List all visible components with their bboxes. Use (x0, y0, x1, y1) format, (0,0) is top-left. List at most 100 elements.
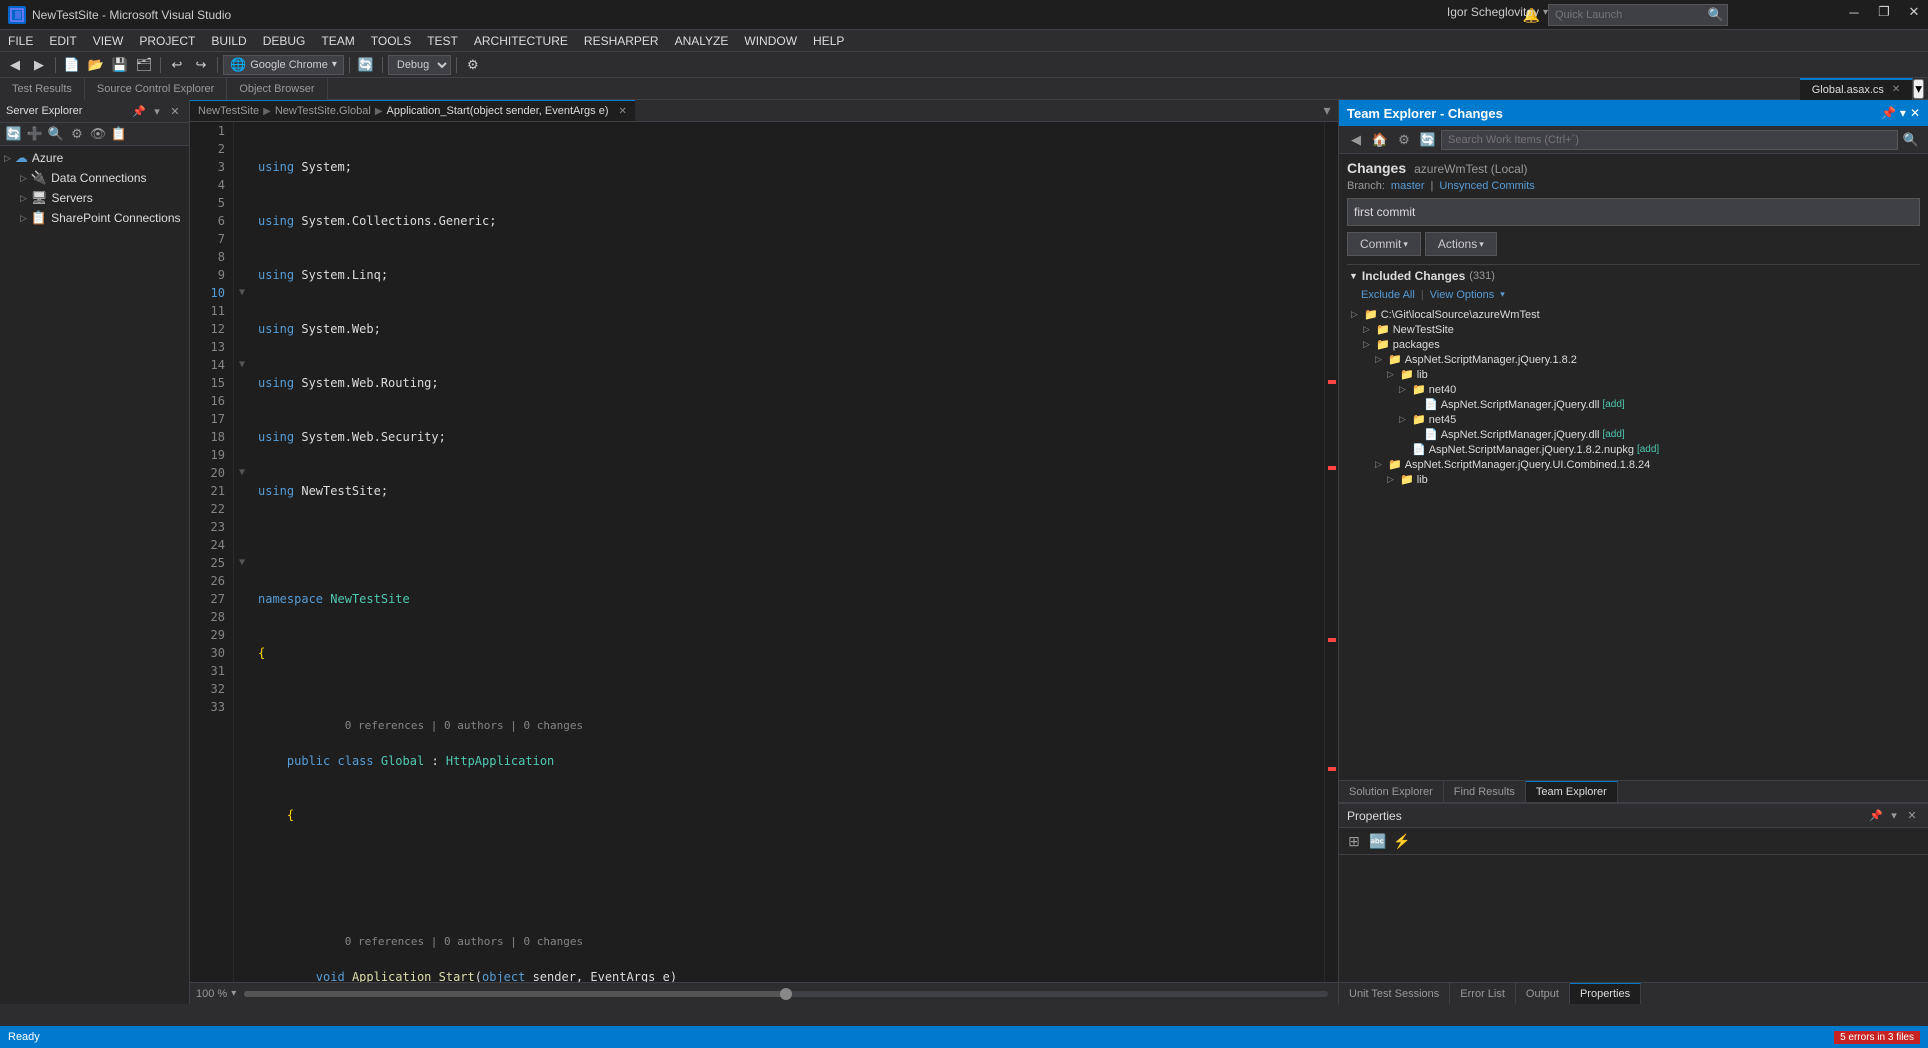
toolbar-refresh[interactable]: 🔄 (355, 54, 377, 76)
tab-properties-bottom[interactable]: Properties (1570, 983, 1641, 1004)
te-search-button[interactable]: 🔍 (1900, 129, 1922, 151)
toolbar-new[interactable]: 📄 (61, 54, 83, 76)
menu-team[interactable]: TEAM (313, 32, 362, 50)
toolbar-open[interactable]: 📂 (85, 54, 107, 76)
menu-debug[interactable]: DEBUG (255, 32, 314, 50)
commit-button[interactable]: Commit ▾ (1347, 232, 1421, 256)
menu-architecture[interactable]: ARCHITECTURE (466, 32, 576, 50)
toolbar-redo[interactable]: ↪ (190, 54, 212, 76)
collapse-21[interactable]: ▼ (239, 464, 245, 482)
se-add-button[interactable]: ➕ (25, 125, 45, 143)
ft-item-net45[interactable]: ▷ 📁 net45 (1349, 412, 1918, 427)
se-view-button[interactable]: 👁 (88, 125, 108, 143)
chrome-dropdown[interactable]: ▾ (332, 59, 337, 70)
menu-test[interactable]: TEST (419, 32, 466, 50)
ft-item-dll-net45[interactable]: 📄 AspNet.ScriptManager.jQuery.dll [add] (1349, 427, 1918, 442)
menu-view[interactable]: VIEW (85, 32, 132, 50)
tree-item-data-connections[interactable]: ▷ 🔌 Data Connections (0, 168, 189, 188)
zoom-dropdown[interactable]: ▾ (231, 988, 236, 999)
toolbar-save[interactable]: 💾 (109, 54, 131, 76)
code-content[interactable]: using System; using System.Collections.G… (250, 122, 1324, 982)
actions-button[interactable]: Actions ▾ (1425, 232, 1497, 256)
tab-unit-test-sessions[interactable]: Unit Test Sessions (1339, 983, 1450, 1004)
se-close-button[interactable]: ✕ (167, 103, 183, 119)
collapse-10[interactable]: ▼ (239, 284, 245, 302)
menu-edit[interactable]: EDIT (41, 32, 84, 50)
exclude-all-link[interactable]: Exclude All (1361, 289, 1415, 301)
ft-item-lib-2[interactable]: ▷ 📁 lib (1349, 472, 1918, 487)
unsynced-commits-link[interactable]: Unsynced Commits (1439, 180, 1534, 192)
error-badge[interactable]: 5 errors in 3 files (1834, 1031, 1920, 1044)
prop-alphabetical-button[interactable]: 🔤 (1367, 831, 1389, 851)
te-more-button[interactable]: ⚙ (1393, 129, 1415, 151)
te-search-input[interactable] (1441, 130, 1898, 150)
tab-overflow[interactable]: ▾ (1913, 79, 1924, 99)
actions-dropdown-arrow[interactable]: ▾ (1479, 239, 1484, 250)
ft-item-newtestsite[interactable]: ▷ 📁 NewTestSite (1349, 322, 1918, 337)
tab-test-results[interactable]: Test Results (0, 78, 85, 100)
menu-build[interactable]: BUILD (203, 32, 254, 50)
se-filter-button[interactable]: 🔍 (46, 125, 66, 143)
debug-mode-select[interactable]: Debug (388, 55, 451, 75)
menu-resharper[interactable]: RESHARPER (576, 32, 667, 50)
close-button[interactable]: ✕ (1900, 0, 1928, 24)
ft-item-dll-net40[interactable]: 📄 AspNet.ScriptManager.jQuery.dll [add] (1349, 397, 1918, 412)
te-home-button[interactable]: 🏠 (1369, 129, 1391, 151)
se-more-button[interactable]: 📋 (109, 125, 129, 143)
breadcrumb-project[interactable]: NewTestSite ▶ NewTestSite.Global ▶ Appli… (190, 100, 635, 121)
inc-header[interactable]: ▼ Included Changes (331) (1347, 264, 1920, 287)
tab-object-browser[interactable]: Object Browser (227, 78, 327, 100)
zoom-thumb[interactable] (780, 988, 792, 1000)
tab-close-x[interactable]: ✕ (619, 106, 627, 117)
se-dropdown-button[interactable]: ▾ (149, 103, 165, 119)
view-options-arrow-icon[interactable]: ▾ (1500, 289, 1505, 301)
ft-item-aspnet-jquery[interactable]: ▷ 📁 AspNet.ScriptManager.jQuery.1.8.2 (1349, 352, 1918, 367)
se-pin-button[interactable]: 📌 (131, 103, 147, 119)
chrome-target-button[interactable]: 🌐 Google Chrome ▾ (223, 55, 344, 75)
te-pin-button[interactable]: 📌 (1881, 106, 1896, 120)
menu-help[interactable]: HELP (805, 32, 852, 50)
user-dropdown-icon[interactable]: ▾ (1543, 7, 1548, 18)
te-back-button[interactable]: ◀ (1345, 129, 1367, 151)
te-close-button[interactable]: ✕ (1910, 106, 1920, 120)
ft-item-root[interactable]: ▷ 📁 C:\Git\localSource\azureWmTest (1349, 307, 1918, 322)
restore-button[interactable]: ❐ (1870, 0, 1898, 24)
minimize-button[interactable]: ─ (1840, 0, 1868, 24)
prop-close-button[interactable]: ✕ (1904, 808, 1920, 824)
se-props-button[interactable]: ⚙ (67, 125, 87, 143)
view-options-link[interactable]: View Options (1430, 289, 1495, 301)
tab-team-explorer-bottom[interactable]: Team Explorer (1526, 781, 1618, 802)
tab-source-control[interactable]: Source Control Explorer (85, 78, 227, 100)
menu-analyze[interactable]: ANALYZE (667, 32, 737, 50)
tree-item-azure[interactable]: ▷ ☁ Azure (0, 148, 189, 168)
ft-item-lib-1[interactable]: ▷ 📁 lib (1349, 367, 1918, 382)
editor-scrollbar[interactable] (1324, 122, 1338, 982)
prop-dropdown-button[interactable]: ▾ (1886, 808, 1902, 824)
te-dropdown-button[interactable]: ▾ (1900, 106, 1906, 120)
toolbar-undo[interactable]: ↩ (166, 54, 188, 76)
ft-item-net40[interactable]: ▷ 📁 net40 (1349, 382, 1918, 397)
tab-output[interactable]: Output (1516, 983, 1570, 1004)
branch-name[interactable]: master (1391, 180, 1425, 192)
toolbar-more[interactable]: ⚙ (462, 54, 484, 76)
tree-item-servers[interactable]: ▷ 🖥 Servers (0, 188, 189, 208)
tree-item-sharepoint[interactable]: ▷ 📋 SharePoint Connections (0, 208, 189, 228)
toolbar-save-all[interactable]: 🗂 (133, 54, 155, 76)
collapse-14[interactable]: ▼ (239, 356, 245, 374)
menu-window[interactable]: WINDOW (736, 32, 805, 50)
tab-global-asax-close[interactable]: ✕ (1892, 84, 1900, 95)
se-refresh-button[interactable]: 🔄 (4, 125, 24, 143)
menu-project[interactable]: PROJECT (131, 32, 203, 50)
prop-pin-button[interactable]: 📌 (1868, 808, 1884, 824)
tab-global-asax[interactable]: Global.asax.cs ✕ (1800, 78, 1914, 100)
ft-item-aspnet-ui[interactable]: ▷ 📁 AspNet.ScriptManager.jQuery.UI.Combi… (1349, 457, 1918, 472)
code-main[interactable]: 1 2 3 4 5 6 7 8 9 10 11 12 13 14 15 16 1 (198, 122, 1324, 982)
toolbar-back[interactable]: ◀ (4, 54, 26, 76)
tab-solution-explorer[interactable]: Solution Explorer (1339, 781, 1444, 802)
toolbar-forward[interactable]: ▶ (28, 54, 50, 76)
prop-categorized-button[interactable]: ⊞ (1343, 831, 1365, 851)
tab-new-button[interactable]: ▾ (1316, 100, 1338, 122)
tab-error-list[interactable]: Error List (1450, 983, 1516, 1004)
quick-launch-input[interactable] (1548, 4, 1728, 26)
collapse-26[interactable]: ▼ (239, 554, 245, 572)
